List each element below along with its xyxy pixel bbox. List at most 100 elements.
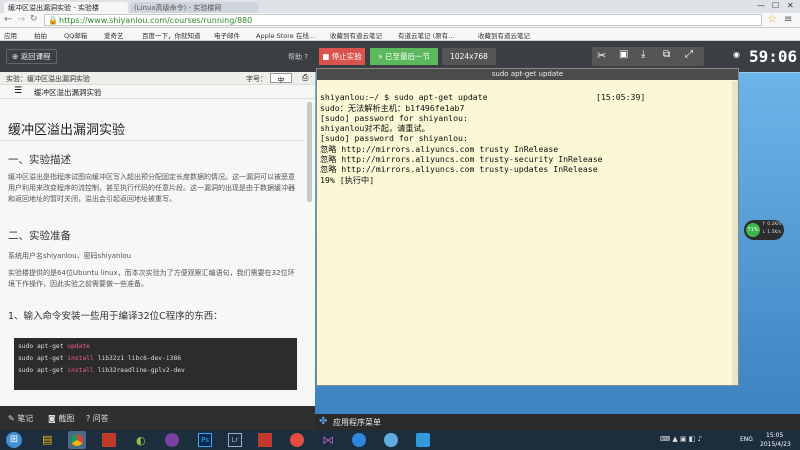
terminal-line: shiyanlou:~/ $ sudo apt-get update [15:0…: [320, 92, 646, 103]
app-icon-edit[interactable]: [416, 433, 430, 447]
timer: 59:06: [749, 47, 798, 66]
folder-icon[interactable]: ▤: [42, 433, 52, 446]
notes-label: 笔记: [17, 414, 34, 423]
app-icon-purple[interactable]: [165, 433, 179, 447]
code-keyword: update: [67, 343, 91, 350]
back-to-course-button[interactable]: ⊕ 返回课程: [6, 49, 57, 64]
maximize-icon[interactable]: ☐: [772, 1, 779, 10]
back-arrow-icon[interactable]: ←: [4, 14, 12, 25]
bookmark-qqmail[interactable]: QQ邮箱: [64, 30, 87, 40]
bookmark-youdao-1[interactable]: 收藏到有道云笔记: [330, 30, 382, 40]
tab-linux[interactable]: (Linux高级命令) - 实验楼网: [130, 2, 258, 13]
subtitle-bar: 实验：缓冲区溢出漏洞实验 字号： 中 ⎙: [0, 72, 315, 85]
menu-icon[interactable]: ≡: [784, 14, 792, 25]
qa-button[interactable]: ? 问答: [86, 413, 109, 424]
bookmark-iqiyi[interactable]: 爱奇艺: [104, 30, 124, 40]
bookmarks-bar: 应用 拍拍 QQ邮箱 爱奇艺 百度一下，你就知道 电子邮件 Apple Stor…: [0, 28, 800, 41]
visual-studio-icon[interactable]: ⋈: [322, 433, 334, 447]
app-icon-circle[interactable]: [290, 433, 304, 447]
terminal-output[interactable]: shiyanlou:~/ $ sudo apt-get update [15:0…: [317, 80, 738, 208]
panel-footer: ✎ 笔记 ◙ 截图 ? 问答: [0, 406, 315, 430]
page-title: 缓冲区溢出漏洞实验: [8, 123, 126, 138]
app-icon-green[interactable]: ◐: [136, 434, 146, 447]
bookmark-apple[interactable]: Apple Store 在线...: [256, 30, 315, 40]
app-icon-blue[interactable]: [352, 433, 366, 447]
eye-icon[interactable]: ◉: [733, 50, 740, 59]
list-icon: ☰: [14, 86, 23, 96]
screen-icon[interactable]: ▣: [619, 49, 628, 60]
notes-button[interactable]: ✎ 笔记: [8, 413, 33, 424]
code-line: sudo apt-get update: [18, 341, 293, 353]
app-icon-lightblue[interactable]: [384, 433, 398, 447]
reload-icon[interactable]: ↻: [30, 14, 38, 24]
divider: [0, 140, 305, 141]
start-button[interactable]: ⊞: [6, 432, 22, 448]
scrollbar[interactable]: [307, 102, 312, 202]
lab-subtitle: 实验：缓冲区溢出漏洞实验: [6, 75, 90, 83]
terminal-title: sudo apt-get update: [317, 69, 738, 80]
star-icon[interactable]: ☆: [768, 14, 777, 25]
window-icon[interactable]: ⧉: [663, 49, 670, 60]
terminal-line: [sudo] password for shiyanlou:: [320, 112, 468, 123]
scissors-icon[interactable]: ✂: [597, 49, 606, 62]
code-keyword: install: [67, 367, 94, 374]
applications-menu[interactable]: 应用程序菜单: [333, 417, 381, 428]
download-icon[interactable]: ⤓: [641, 49, 645, 60]
terminal-scrollbar[interactable]: [732, 81, 738, 385]
step-heading: 1、输入命令安装一些用于编译32位C程序的东西：: [8, 311, 223, 322]
desktop-panel: ✤ 应用程序菜单: [315, 414, 800, 430]
terminal-line: shiyanlou对不起，请重试。: [320, 123, 430, 134]
fullscreen-icon[interactable]: ⤢: [685, 49, 693, 60]
url-input[interactable]: 🔒 https://www.shiyanlou.com/courses/runn…: [44, 14, 762, 26]
bookmark-youdao-2[interactable]: 有道云笔记 (原有...: [398, 30, 454, 40]
resolution-select[interactable]: 1024x768: [442, 48, 496, 65]
bookmark-paipai[interactable]: 拍拍: [34, 30, 47, 40]
tray-icons[interactable]: ⌨ ▲ ▣ ◧ ♪: [660, 435, 702, 443]
terminal-line: 忽略 http://mirrors.aliyuncs.com trusty-se…: [320, 154, 603, 165]
xfce-logo-icon[interactable]: ✤: [319, 416, 327, 427]
code-text: sudo apt-get: [18, 367, 68, 374]
help-link[interactable]: 帮助 ?: [288, 52, 308, 62]
close-icon[interactable]: ✕: [787, 1, 794, 10]
bookmark-apps[interactable]: 应用: [4, 30, 17, 40]
font-size-select[interactable]: 中: [270, 73, 292, 84]
bookmark-baidu[interactable]: 百度一下，你就知道: [142, 30, 201, 40]
chrome-icon: [71, 434, 83, 446]
forward-arrow-icon[interactable]: →: [17, 14, 25, 25]
network-widget: 71% ↑ 0.2K/s ↓ 1.5K/s: [744, 220, 784, 240]
photoshop-icon[interactable]: Ps: [198, 433, 212, 447]
terminal-line: 忽略 http://mirrors.aliyuncs.com trusty In…: [320, 143, 559, 154]
code-text: lib32z1 libc6-dev-i386: [93, 355, 182, 362]
lock-icon: 🔒: [48, 16, 58, 25]
save-progress-label: 已至最后一节: [384, 52, 430, 61]
code-keyword: install: [67, 355, 94, 362]
bookmark-youdao-3[interactable]: 收藏到有道云笔记: [478, 30, 530, 40]
back-to-course-label: 返回课程: [20, 52, 51, 61]
net-down: ↓ 1.5K/s: [762, 230, 782, 235]
paragraph-1: 缓冲区溢出是指程序试图向缓冲区写入超出预分配固定长度数据的情况。这一漏洞可以被恶…: [8, 173, 295, 203]
screenshot-button[interactable]: ◙ 截图: [48, 413, 74, 424]
app-icon-grid[interactable]: [258, 433, 272, 447]
toc-bar[interactable]: ☰ 缓冲区溢出漏洞实验: [0, 85, 315, 99]
ime-indicator[interactable]: ENG: [740, 436, 753, 443]
section-heading-1: 一、实验描述: [8, 154, 71, 166]
code-block: sudo apt-get update sudo apt-get install…: [14, 338, 297, 390]
code-line: sudo apt-get install lib32readline-gplv2…: [18, 365, 293, 377]
clock-time[interactable]: 15:05: [766, 432, 783, 439]
stop-lab-label: 停止实验: [331, 52, 362, 61]
minimize-icon[interactable]: —: [757, 1, 765, 10]
qa-label: 问答: [92, 414, 109, 423]
toc-title: 缓冲区溢出漏洞实验: [34, 88, 102, 97]
tab-shiyanlou[interactable]: 缓冲区溢出漏洞实验 - 实验楼: [4, 2, 128, 13]
clock-date[interactable]: 2015/4/23: [760, 441, 791, 448]
section-heading-2: 二、实验准备: [8, 230, 71, 242]
code-text: sudo apt-get: [18, 355, 68, 362]
terminal-window[interactable]: sudo apt-get update shiyanlou:~/ $ sudo …: [316, 68, 739, 386]
stop-lab-button[interactable]: ■ 停止实验: [319, 48, 365, 65]
print-icon[interactable]: ⎙: [302, 73, 308, 83]
lightroom-icon[interactable]: Lr: [228, 433, 242, 447]
bookmark-email[interactable]: 电子邮件: [214, 30, 240, 40]
save-progress-button[interactable]: » 已至最后一节: [370, 48, 438, 65]
app-icon-red[interactable]: [102, 433, 116, 447]
tool-buttons: ✂ ▣ ⤓ ⧉ ⤢: [592, 47, 704, 66]
